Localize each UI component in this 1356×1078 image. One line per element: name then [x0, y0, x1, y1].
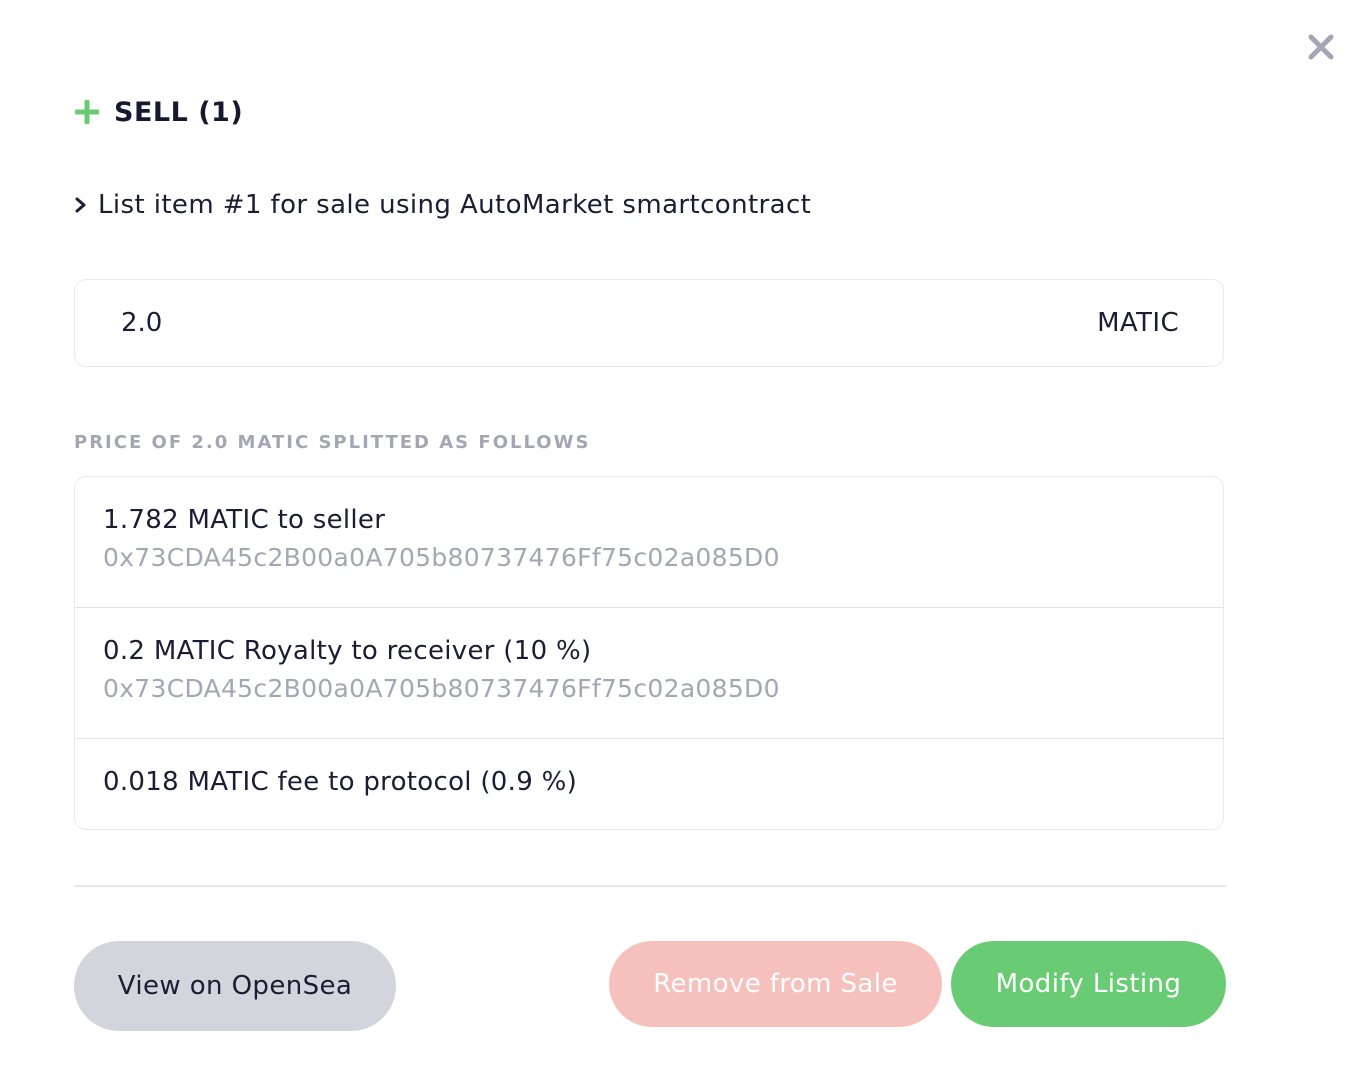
close-icon [1308, 34, 1334, 60]
price-input[interactable] [121, 308, 721, 338]
split-row-label: 1.782 MATIC to seller [103, 505, 386, 535]
footer-divider [74, 885, 1226, 887]
view-on-opensea-button[interactable]: View on OpenSea [74, 941, 396, 1031]
split-row-seller: 1.782 MATIC to seller 0x73CDA45c2B00a0A7… [75, 477, 1223, 608]
currency-label: MATIC [1097, 308, 1179, 338]
split-row-address: 0x73CDA45c2B00a0A705b80737476Ff75c02a085… [103, 674, 780, 703]
plus-icon [74, 99, 100, 125]
modal-title: SELL (1) [114, 96, 244, 128]
contract-info-text: List item #1 for sale using AutoMarket s… [98, 190, 812, 220]
modal-header: SELL (1) [74, 94, 243, 130]
price-field[interactable]: MATIC [74, 279, 1224, 367]
split-row-address: 0x73CDA45c2B00a0A705b80737476Ff75c02a085… [103, 543, 780, 572]
contract-info-toggle[interactable]: List item #1 for sale using AutoMarket s… [74, 186, 811, 224]
remove-from-sale-button[interactable]: Remove from Sale [609, 941, 942, 1027]
split-row-label: 0.2 MATIC Royalty to receiver (10 %) [103, 636, 592, 666]
split-row-royalty: 0.2 MATIC Royalty to receiver (10 %) 0x7… [75, 608, 1223, 739]
price-split-list: 1.782 MATIC to seller 0x73CDA45c2B00a0A7… [74, 476, 1224, 830]
split-row-label: 0.018 MATIC fee to protocol (0.9 %) [103, 767, 578, 797]
close-button[interactable] [1306, 32, 1336, 62]
price-split-heading: PRICE OF 2.0 MATIC SPLITTED AS FOLLOWS [74, 432, 591, 453]
modify-listing-button[interactable]: Modify Listing [951, 941, 1226, 1027]
chevron-right-icon [74, 196, 88, 214]
split-row-protocol-fee: 0.018 MATIC fee to protocol (0.9 %) [75, 739, 1223, 829]
